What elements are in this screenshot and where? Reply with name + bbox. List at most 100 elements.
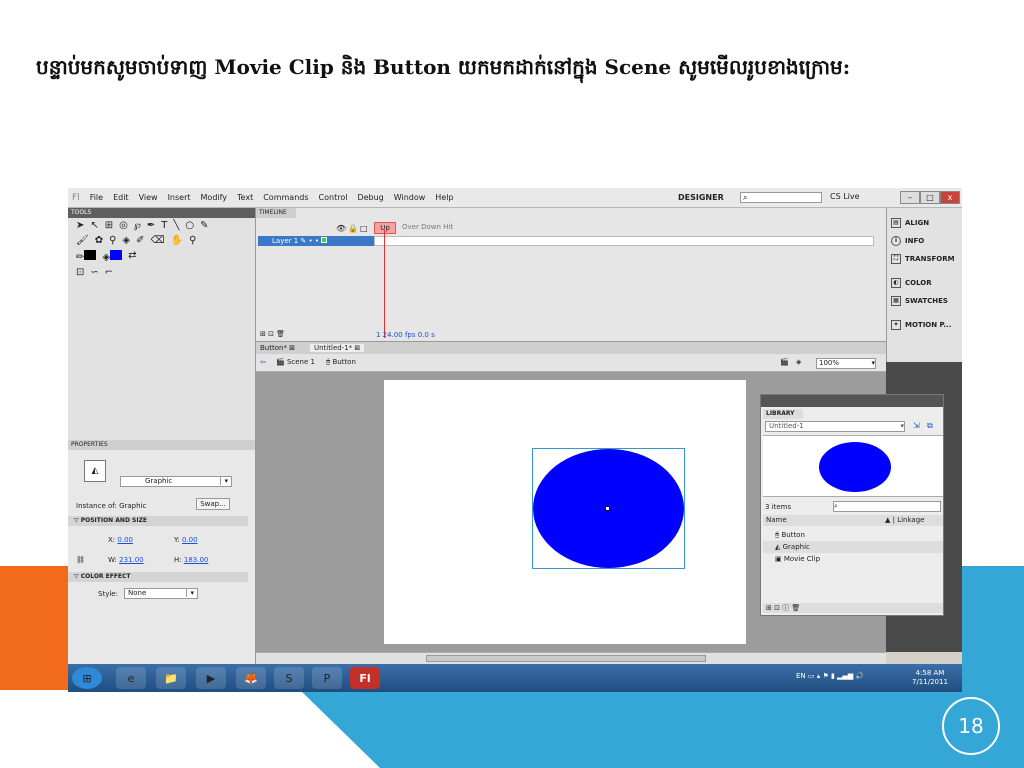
- menu-modify[interactable]: Modify: [201, 193, 228, 202]
- menu-debug[interactable]: Debug: [357, 193, 383, 202]
- eyedropper-icon[interactable]: ✐: [136, 235, 144, 246]
- brush-tool-icon[interactable]: 🖌: [76, 235, 89, 246]
- swap-colors-icon[interactable]: ⇄: [128, 250, 136, 263]
- library-search-input[interactable]: ⌕: [833, 501, 941, 512]
- stroke-color-icon[interactable]: ✏: [76, 250, 97, 263]
- menu-view[interactable]: View: [139, 193, 158, 202]
- tab-button[interactable]: Button* ⊠: [260, 344, 295, 352]
- 3d-rotate-tool-icon[interactable]: ◎: [119, 220, 128, 231]
- close-button[interactable]: x: [940, 191, 960, 204]
- outline-icon[interactable]: □: [360, 224, 368, 233]
- snap-icon[interactable]: ⊡: [76, 267, 84, 278]
- menu-edit[interactable]: Edit: [113, 193, 129, 202]
- layer-row[interactable]: Layer 1 ✎ • •: [258, 236, 374, 246]
- frame-strip[interactable]: [374, 236, 874, 246]
- library-bottom-toolbar[interactable]: ⊞ ⊡ ⓘ 🗑: [763, 603, 943, 613]
- playhead[interactable]: [384, 230, 385, 338]
- tool-row-2[interactable]: 🖌 ✿ ⚲ ◈ ✐ ⌫ ✋ ⚲: [68, 233, 255, 248]
- position-size-section[interactable]: ▽ POSITION AND SIZE: [68, 516, 248, 526]
- horizontal-scrollbar[interactable]: [256, 652, 886, 664]
- zoom-select[interactable]: 100% ▾: [816, 358, 876, 369]
- hand-tool-icon[interactable]: ✋: [171, 235, 183, 246]
- stage[interactable]: [384, 380, 746, 644]
- scroll-thumb[interactable]: [426, 655, 706, 662]
- maximize-button[interactable]: □: [920, 191, 940, 204]
- library-tab[interactable]: LIBRARY: [763, 409, 803, 419]
- menu-window[interactable]: Window: [394, 193, 426, 202]
- straighten-icon[interactable]: ⌐: [105, 267, 113, 278]
- menu-insert[interactable]: Insert: [168, 193, 191, 202]
- selection-tool-icon[interactable]: ➤: [76, 220, 84, 231]
- frame-up[interactable]: Up: [374, 222, 396, 234]
- transform-panel-button[interactable]: ⛶ TRANSFORM: [887, 250, 962, 268]
- symbol-breadcrumb[interactable]: 🖱 Button: [326, 358, 356, 367]
- skype-icon[interactable]: S: [274, 667, 304, 689]
- library-item-button[interactable]: 🖱 Button: [763, 529, 943, 541]
- menu-file[interactable]: File: [90, 193, 103, 202]
- timeline-tab[interactable]: TIMELINE: [256, 208, 296, 218]
- lock-icon[interactable]: 🔒: [348, 224, 358, 233]
- motion-presets-button[interactable]: ✦ MOTION P...: [887, 316, 962, 334]
- oval-tool-icon[interactable]: ○: [185, 220, 194, 231]
- align-panel-button[interactable]: ▤ ALIGN: [887, 214, 962, 232]
- tool-row-1[interactable]: ➤ ↖ ⊞ ◎ ℘ ✒ T ╲ ○ ✎: [68, 218, 255, 233]
- start-button-icon[interactable]: ⊞: [72, 667, 102, 689]
- paint-bucket-icon[interactable]: ◈: [122, 235, 130, 246]
- cs-live-button[interactable]: CS Live: [830, 192, 860, 201]
- y-field[interactable]: Y: 0.00: [174, 536, 198, 544]
- workspace-switcher[interactable]: DESIGNER: [678, 193, 724, 202]
- lock-ratio-icon[interactable]: ⛓: [76, 556, 85, 564]
- fill-color-icon[interactable]: ◈: [102, 250, 123, 263]
- minimize-button[interactable]: –: [900, 191, 920, 204]
- x-field[interactable]: X: 0.00: [108, 536, 133, 544]
- tool-options[interactable]: ⊡ ∽ ⌐: [68, 265, 255, 280]
- height-field[interactable]: H: 183.00: [174, 556, 208, 564]
- library-titlebar[interactable]: [761, 395, 943, 407]
- pen-tool-icon[interactable]: ✒: [147, 220, 155, 231]
- color-effect-section[interactable]: ▽ COLOR EFFECT: [68, 572, 248, 582]
- symbol-type-select[interactable]: Graphic ▾: [120, 476, 232, 487]
- firefox-icon[interactable]: 🦊: [236, 667, 266, 689]
- menu-commands[interactable]: Commands: [263, 193, 308, 202]
- width-field[interactable]: W: 231.00: [108, 556, 144, 564]
- layer-buttons[interactable]: ⊞ ⊡ 🗑: [260, 330, 285, 338]
- swap-button[interactable]: Swap...: [196, 498, 230, 510]
- help-search-input[interactable]: ⌕: [740, 192, 822, 203]
- bone-tool-icon[interactable]: ⚲: [109, 235, 116, 246]
- frame-down[interactable]: Down: [421, 223, 441, 231]
- flash-taskbar-icon[interactable]: Fl: [350, 667, 380, 689]
- menu-control[interactable]: Control: [319, 193, 348, 202]
- pin-icon[interactable]: ⇲: [913, 421, 920, 430]
- smooth-icon[interactable]: ∽: [90, 267, 98, 278]
- clock[interactable]: 4:58 AM 7/11/2011: [912, 669, 948, 687]
- swatches-panel-button[interactable]: ▦ SWATCHES: [887, 292, 962, 310]
- info-panel-button[interactable]: i INFO: [887, 232, 962, 250]
- column-linkage[interactable]: ▲ | Linkage: [885, 515, 924, 526]
- library-document-select[interactable]: Untitled-1 ▾: [765, 421, 905, 432]
- ie-icon[interactable]: e: [116, 667, 146, 689]
- edit-scene-icon[interactable]: 🎬: [780, 358, 789, 366]
- selection-bounding-box[interactable]: [532, 448, 685, 569]
- eraser-icon[interactable]: ⌫: [151, 235, 165, 246]
- deco-tool-icon[interactable]: ✿: [95, 235, 103, 246]
- transform-tool-icon[interactable]: ⊞: [105, 220, 113, 231]
- color-panel-button[interactable]: ◐ COLOR: [887, 274, 962, 292]
- powerpoint-icon[interactable]: P: [312, 667, 342, 689]
- frame-hit[interactable]: Hit: [443, 223, 453, 231]
- subselect-tool-icon[interactable]: ↖: [90, 220, 98, 231]
- scene-breadcrumb[interactable]: 🎬 Scene 1: [276, 358, 315, 366]
- tab-untitled[interactable]: Untitled-1* ⊠: [310, 344, 365, 352]
- frame-over[interactable]: Over: [402, 223, 419, 231]
- line-tool-icon[interactable]: ╲: [173, 220, 179, 231]
- lasso-tool-icon[interactable]: ℘: [134, 220, 141, 231]
- library-item-movie-clip[interactable]: ▣ Movie Clip: [763, 553, 943, 565]
- menu-help[interactable]: Help: [435, 193, 453, 202]
- zoom-tool-icon[interactable]: ⚲: [189, 235, 196, 246]
- eye-icon[interactable]: 👁: [336, 224, 346, 233]
- pencil-tool-icon[interactable]: ✎: [200, 220, 208, 231]
- color-row[interactable]: ✏ ◈ ⇄: [68, 248, 255, 265]
- explorer-icon[interactable]: 📁: [156, 667, 186, 689]
- color-style-select[interactable]: None ▾: [124, 588, 198, 599]
- menu-text[interactable]: Text: [237, 193, 253, 202]
- new-library-icon[interactable]: ⧉: [927, 421, 933, 431]
